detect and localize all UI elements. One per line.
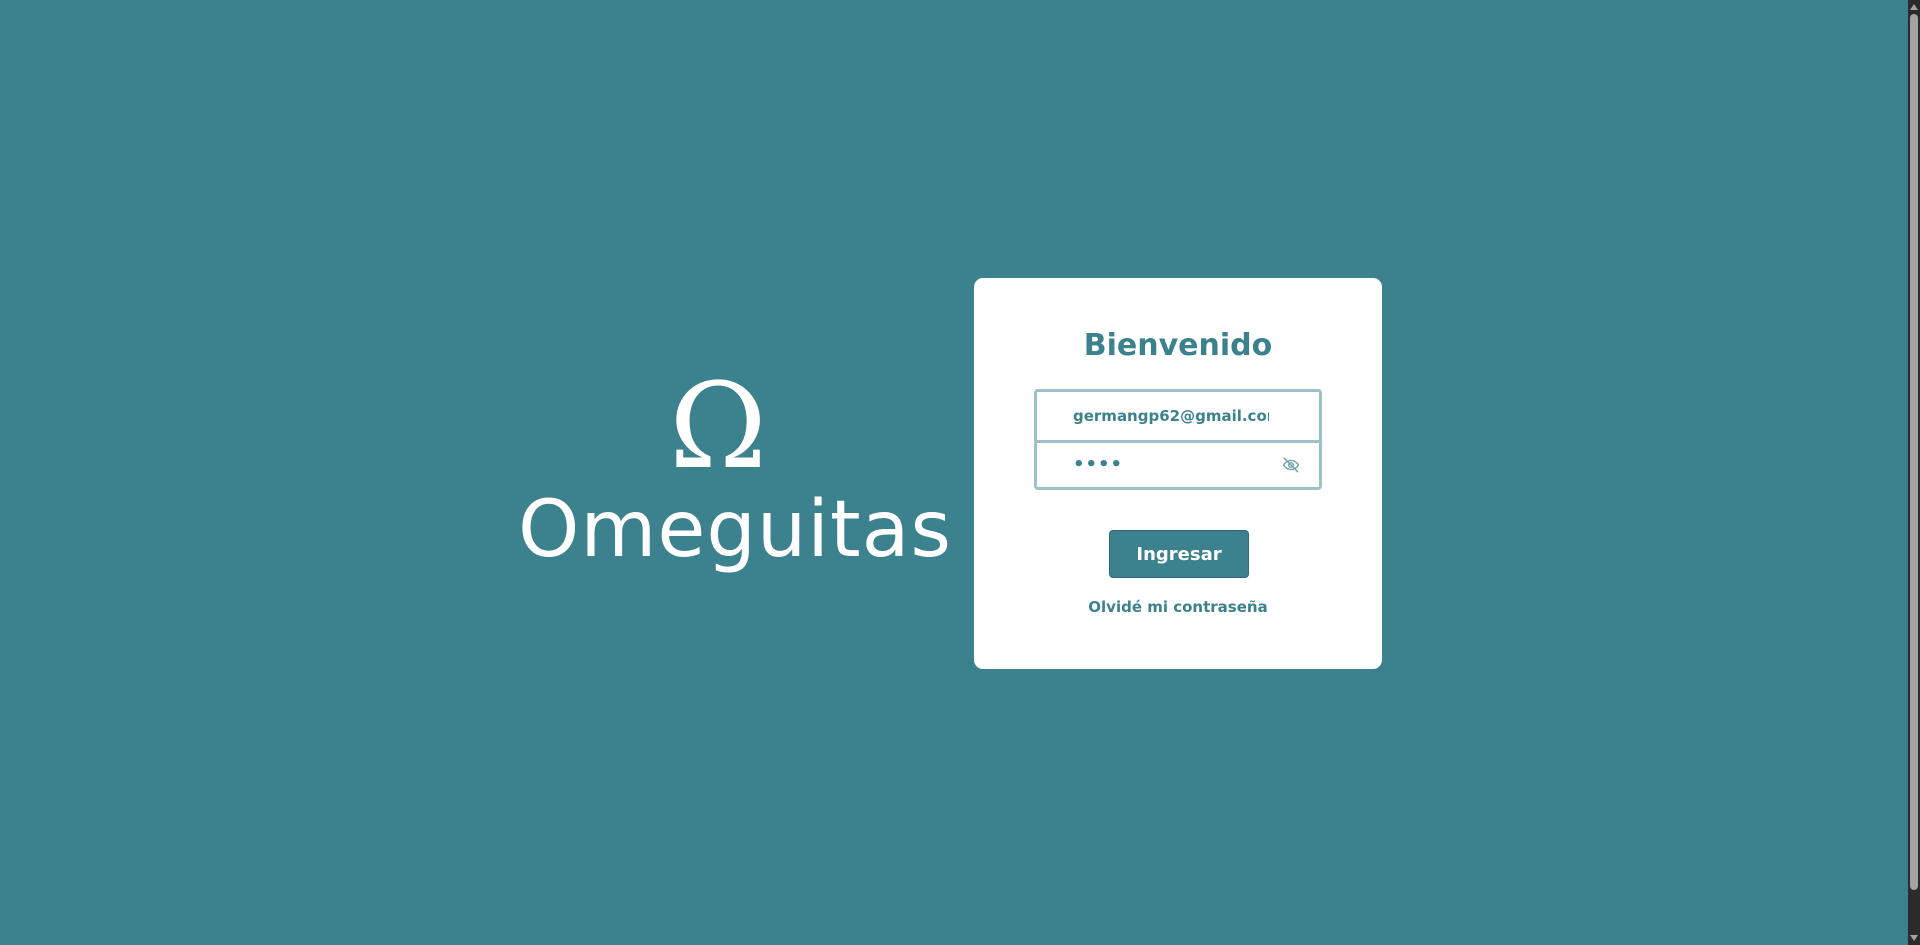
password-field-wrapper: [1037, 439, 1319, 487]
brand-name: Omeguitas: [518, 485, 953, 575]
email-field-wrapper: [1037, 392, 1319, 440]
credentials-fields: [1034, 389, 1322, 490]
forgot-password-link[interactable]: Olvidé mi contraseña: [974, 597, 1382, 617]
login-page: Ω Omeguitas Bienvenido Ingresar Olvidé: [0, 0, 1920, 945]
eye-off-icon[interactable]: [1281, 455, 1301, 475]
omega-logo-icon: Ω: [669, 357, 767, 495]
scrollbar-thumb[interactable]: [1910, 14, 1918, 890]
email-field[interactable]: [1037, 392, 1319, 440]
scroll-up-icon[interactable]: [1910, 4, 1918, 10]
welcome-title: Bienvenido: [1083, 328, 1273, 363]
scroll-down-icon[interactable]: [1910, 935, 1918, 941]
login-card: Bienvenido Ingresar Olvidé mi contraseña: [974, 278, 1382, 669]
page-scrollbar[interactable]: [1908, 0, 1920, 945]
login-button[interactable]: Ingresar: [1109, 530, 1249, 578]
brand-logo: Ω Omeguitas: [518, 357, 953, 578]
password-field[interactable]: [1037, 442, 1319, 487]
